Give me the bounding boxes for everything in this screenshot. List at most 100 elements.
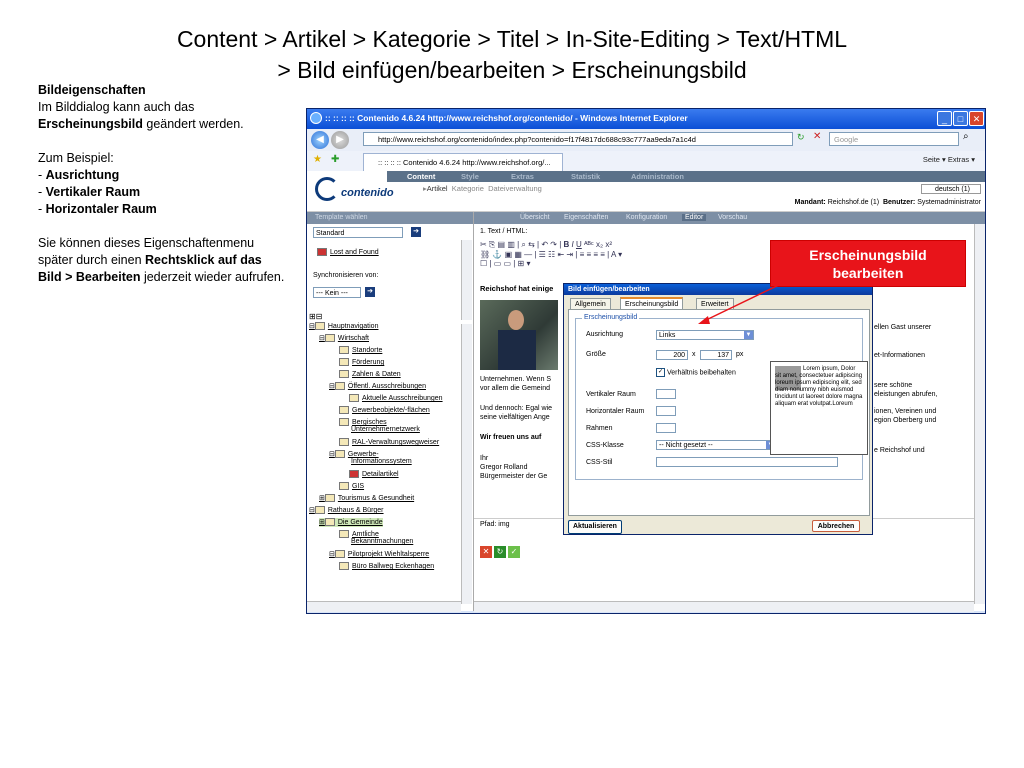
subnav-kategorie[interactable]: Kategorie <box>452 184 484 193</box>
tree-item-cont[interactable]: Bekanntmachungen <box>351 538 413 546</box>
tab-vorschau[interactable]: Vorschau <box>718 214 747 221</box>
subnav-artikel[interactable]: Artikel <box>427 184 448 193</box>
folder-icon <box>339 530 349 538</box>
tab-eigenschaften[interactable]: Eigenschaften <box>564 214 608 221</box>
favorites-star-icon[interactable]: ★ <box>313 154 322 165</box>
template-select[interactable]: Standard <box>313 227 403 238</box>
tree-label: Zahlen & Daten <box>352 370 401 378</box>
minimize-button[interactable]: _ <box>937 111 952 126</box>
tree-item[interactable]: Aktuelle Ausschreibungen <box>349 394 443 403</box>
tab-konfiguration[interactable]: Konfiguration <box>626 214 667 221</box>
tree-item[interactable]: ⊞ Tourismus & Gesundheit <box>319 494 414 503</box>
callout-arrow <box>698 281 786 324</box>
article-fragment: sere schöne <box>874 382 913 389</box>
lost-found-link[interactable]: Lost and Found <box>317 248 379 256</box>
editor-toolbar[interactable]: ✂ ⎘ ▤ ▥ | ⌕ ⇆ | ↶ ↷ | B I U ᴬᴮᶜ x₂ x² ⛓ … <box>480 240 810 280</box>
tree-item[interactable]: Detailartikel <box>349 470 399 479</box>
ausrichtung-select[interactable]: Links ▼ <box>656 330 754 340</box>
vertical-space-input[interactable] <box>656 389 676 399</box>
left-top-scrollbar[interactable] <box>461 240 472 320</box>
tree-item[interactable]: GIS <box>339 482 364 491</box>
tree-item-selected[interactable]: ⊞ Die Gemeinde <box>319 518 383 527</box>
tree-item[interactable]: Standorte <box>339 346 382 355</box>
nav-statistik[interactable]: Statistik <box>571 172 600 181</box>
tree-label: Förderung <box>352 358 385 366</box>
address-input[interactable]: http://www.reichshof.org/contenido/index… <box>363 132 793 146</box>
border-input[interactable] <box>656 423 676 433</box>
add-favorites-icon[interactable]: ✚ <box>331 154 339 165</box>
css-class-select[interactable]: -- Nicht gesetzt --▼ <box>656 440 776 450</box>
maximize-button[interactable]: □ <box>953 111 968 126</box>
close-button[interactable]: ✕ <box>969 111 984 126</box>
tree-item[interactable]: RAL-Verwaltungswegweiser <box>339 438 439 447</box>
tree-item[interactable]: Gewerbeobjekte/-flächen <box>339 406 430 415</box>
tree-label: Gewerbe- <box>347 450 379 458</box>
explanation-p1c: geändert werden. <box>142 117 244 131</box>
tree-hscrollbar[interactable] <box>307 601 461 612</box>
tree-label: Detailartikel <box>362 470 399 478</box>
tree-item-cont[interactable]: Unternehmernetzwerk <box>351 426 420 434</box>
tree-label: Aktuelle Ausschreibungen <box>362 394 443 402</box>
nav-content[interactable]: Content <box>407 172 435 181</box>
nav-administration[interactable]: Administration <box>631 172 684 181</box>
photo-suit <box>498 330 536 370</box>
folder-icon <box>349 394 359 402</box>
editor-hscrollbar[interactable] <box>474 601 974 612</box>
toolbar-row3[interactable]: ☐ | ▭ ▭ | ⊞ ▾ <box>480 259 810 268</box>
sync-select[interactable]: --- Kein --- <box>313 287 361 298</box>
tree-item[interactable]: ⊟ Öffentl. Ausschreibungen <box>329 382 426 391</box>
update-button[interactable]: Aktualisieren <box>568 520 622 534</box>
tree-item[interactable]: ⊟ Pilotprojekt Wiehltalsperre <box>329 550 429 559</box>
forward-button[interactable]: ▶ <box>331 131 349 149</box>
nav-style[interactable]: Style <box>461 172 479 181</box>
nav-extras[interactable]: Extras <box>511 172 534 181</box>
unit-label: px <box>736 351 744 358</box>
search-input[interactable]: Google <box>829 132 959 146</box>
folder-icon <box>324 334 335 342</box>
folder-icon <box>339 482 349 490</box>
tree-item[interactable]: ⊟ Hauptnavigation <box>309 322 378 331</box>
tab-editor[interactable]: Editor <box>682 214 707 221</box>
tree-item[interactable]: Zahlen & Daten <box>339 370 401 379</box>
cancel-edit-icon[interactable]: ✕ <box>480 546 492 558</box>
folder-icon <box>324 518 335 526</box>
tree-item[interactable]: Förderung <box>339 358 384 367</box>
horizontal-space-input[interactable] <box>656 406 676 416</box>
folder-icon <box>334 450 345 458</box>
cancel-button[interactable]: Abbrechen <box>812 520 860 532</box>
tree-item[interactable]: ⊟ Rathaus & Bürger <box>309 506 384 515</box>
language-select[interactable]: deutsch (1) <box>921 184 981 194</box>
tree-item-cont[interactable]: Informationssystem <box>351 458 412 466</box>
tree-scrollbar[interactable] <box>461 324 472 604</box>
tree-label: GIS <box>352 482 365 490</box>
tree-item[interactable]: Büro Ballweg Eckenhagen <box>339 562 434 571</box>
folder-icon <box>317 248 327 256</box>
folder-icon <box>334 382 345 390</box>
search-icon[interactable]: ⌕ <box>963 131 969 142</box>
lost-found-label: Lost and Found <box>330 248 379 256</box>
subnav-dateiverwaltung[interactable]: Dateiverwaltung <box>488 184 542 193</box>
apply-arrow-icon[interactable]: ➔ <box>411 227 421 237</box>
tree-item[interactable]: ⊟ Wirtschaft <box>319 334 369 343</box>
refresh-icon[interactable]: ↻ <box>797 132 805 143</box>
article-photo[interactable] <box>480 300 558 370</box>
save-icon[interactable]: ↻ <box>494 546 506 558</box>
toolbar-row2[interactable]: ⛓ ⚓ ▣ ▦ ― | ☰ ☷ ⇤ ⇥ | ≡ ≡ ≡ ≡ | A ▾ <box>480 250 810 259</box>
sync-apply-icon[interactable]: ➔ <box>365 287 375 297</box>
browser-tab[interactable]: :: :: :: :: Contenido 4.6.24 http://www.… <box>363 153 563 171</box>
confirm-icon[interactable]: ✓ <box>508 546 520 558</box>
tab-uebersicht[interactable]: Übersicht <box>520 214 550 221</box>
height-input[interactable]: 137 <box>700 350 732 360</box>
keep-ratio-checkbox[interactable]: ✓ Verhältnis beibehalten <box>656 368 736 377</box>
toolbar-row1[interactable]: ✂ ⎘ ▤ ▥ | ⌕ ⇆ | ↶ ↷ | B I U ᴬᴮᶜ x₂ x² <box>480 240 810 250</box>
editor-scrollbar[interactable] <box>974 224 985 604</box>
browser-title: :: :: :: :: Contenido 4.6.24 http://www.… <box>325 113 688 123</box>
folder-icon <box>314 322 325 330</box>
rahmen-label: Rahmen <box>586 425 613 432</box>
back-button[interactable]: ◀ <box>311 131 329 149</box>
css-style-input[interactable] <box>656 457 838 467</box>
width-input[interactable]: 200 <box>656 350 688 360</box>
expand-collapse-icon[interactable]: ⊞⊟ <box>309 312 322 321</box>
stop-icon[interactable]: ✕ <box>813 131 821 142</box>
browser-tools[interactable]: Seite ▾ Extras ▾ <box>923 155 975 164</box>
